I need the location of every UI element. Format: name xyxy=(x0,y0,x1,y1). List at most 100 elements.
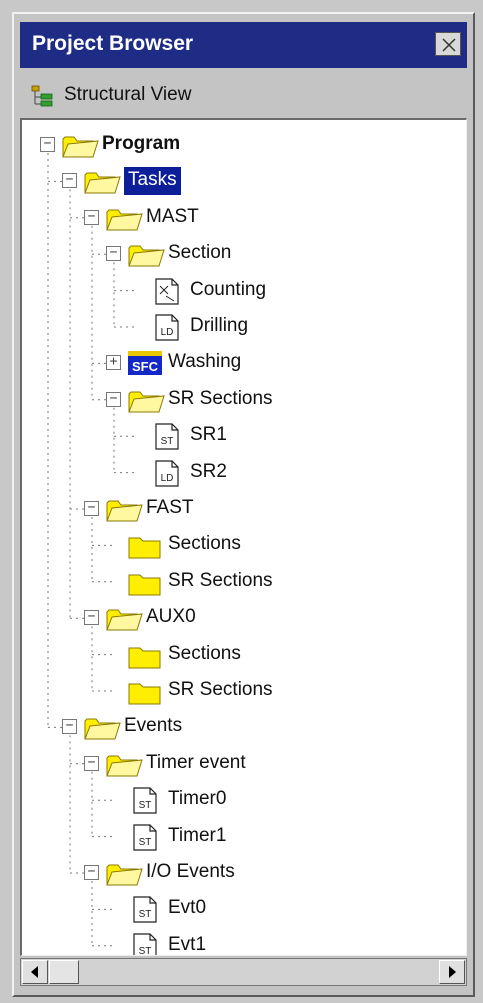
svg-text:SFC: SFC xyxy=(132,359,159,374)
arrow-right-icon xyxy=(449,966,456,978)
tree-node[interactable]: ST Evt0 xyxy=(22,894,462,924)
scroll-thumb[interactable] xyxy=(49,960,79,984)
svg-text:ST: ST xyxy=(139,909,152,920)
tree-node-label: AUX0 xyxy=(146,606,196,628)
tree-node[interactable]: − FAST xyxy=(22,494,462,524)
tree-node[interactable]: ST Timer1 xyxy=(22,822,462,852)
tree-node-label: Washing xyxy=(168,351,242,373)
tree-node-label: SR Sections xyxy=(168,679,273,700)
tree-node[interactable]: − MAST xyxy=(22,203,462,233)
tree-node-label: Timer event xyxy=(146,751,246,773)
st-doc-icon: ST xyxy=(148,421,188,456)
tree-node[interactable]: SR Sections xyxy=(22,676,462,706)
tree-node-label: Program xyxy=(102,133,181,154)
collapse-icon[interactable]: − xyxy=(84,501,99,516)
tree-node-label: Events xyxy=(124,715,183,737)
folder-open-icon xyxy=(104,494,144,529)
horizontal-scrollbar[interactable] xyxy=(20,958,467,986)
tree-node-label: Timer0 xyxy=(168,788,227,810)
folder-closed-icon xyxy=(126,567,166,602)
ld-doc-icon: LD xyxy=(148,312,188,347)
tree-node[interactable]: − Section xyxy=(22,239,462,269)
svg-text:LD: LD xyxy=(161,327,174,338)
arrow-left-icon xyxy=(31,966,38,978)
tree-node[interactable]: ST Timer0 xyxy=(22,785,462,815)
view-label: Structural View xyxy=(64,84,192,105)
svg-text:ST: ST xyxy=(161,436,174,447)
svg-text:ST: ST xyxy=(139,946,152,956)
folder-open-icon xyxy=(104,749,144,784)
tree-node[interactable]: − AUX0 xyxy=(22,603,462,633)
st-doc-icon: ST xyxy=(126,931,166,956)
folder-open-icon xyxy=(104,203,144,238)
sfc-icon: SFC xyxy=(126,348,166,383)
tree-node[interactable]: LD Drilling xyxy=(22,312,462,342)
tree-node[interactable]: − Tasks xyxy=(22,166,462,196)
collapse-icon[interactable]: − xyxy=(84,755,99,771)
title-bar[interactable]: Project Browser xyxy=(20,22,467,68)
collapse-icon[interactable]: − xyxy=(40,137,55,152)
tree-node-label: FAST xyxy=(146,497,194,518)
scroll-left-button[interactable] xyxy=(22,960,48,984)
tree-node[interactable]: + SFC Washing xyxy=(22,348,462,378)
tree-node[interactable]: ST SR1 xyxy=(22,421,462,451)
tree-node-label: I/O Events xyxy=(146,861,235,882)
tree-node[interactable]: Sections xyxy=(22,640,462,670)
collapse-icon[interactable]: − xyxy=(62,719,77,735)
tree-node-label: SR Sections xyxy=(168,387,273,409)
tree-node[interactable]: − Timer event xyxy=(22,749,462,779)
tree-node[interactable]: SR Sections xyxy=(22,567,462,597)
tree-node-label: SR2 xyxy=(190,460,227,482)
tree-node[interactable]: Counting xyxy=(22,276,462,306)
tree-node-label: Sections xyxy=(168,533,241,555)
collapse-icon[interactable]: − xyxy=(106,246,121,262)
tree-node[interactable]: − Program xyxy=(22,130,462,160)
tree-node-label: SR Sections xyxy=(168,569,273,591)
collapse-icon[interactable]: − xyxy=(84,865,99,880)
project-tree[interactable]: − Program − Tasks − MAST − Section Counting xyxy=(20,118,467,956)
folder-open-icon xyxy=(82,712,122,747)
folder-open-icon xyxy=(126,239,166,274)
svg-text:LD: LD xyxy=(161,473,174,484)
scroll-right-button[interactable] xyxy=(439,960,465,984)
collapse-icon[interactable]: − xyxy=(84,209,99,225)
tree-node[interactable]: − Events xyxy=(22,712,462,742)
tree-node-label: Counting xyxy=(190,278,267,300)
tree-node[interactable]: Sections xyxy=(22,530,462,560)
window-title: Project Browser xyxy=(32,32,194,55)
svg-text:ST: ST xyxy=(139,800,152,811)
expand-icon[interactable]: + xyxy=(106,355,121,371)
folder-closed-icon xyxy=(126,530,166,565)
tree-node-label: Tasks xyxy=(124,167,181,196)
st-doc-icon: ST xyxy=(126,894,166,929)
tree-node-label: SR1 xyxy=(190,424,227,446)
folder-open-icon xyxy=(126,385,166,420)
collapse-icon[interactable]: − xyxy=(84,610,99,626)
tree-node-label: Sections xyxy=(168,642,241,664)
folder-open-icon xyxy=(60,130,100,165)
tree-node-label: Timer1 xyxy=(168,824,227,846)
close-icon xyxy=(442,38,456,52)
view-selector[interactable]: Structural View xyxy=(20,80,460,120)
tree-node-label: Drilling xyxy=(190,315,249,336)
tree-node-label: Evt1 xyxy=(168,933,207,955)
tree-node[interactable]: LD SR2 xyxy=(22,458,462,488)
collapse-icon[interactable]: − xyxy=(62,173,77,189)
st-doc-icon: ST xyxy=(126,785,166,820)
folder-open-icon xyxy=(104,603,144,638)
folder-closed-icon xyxy=(126,676,166,711)
structural-view-icon xyxy=(31,85,53,107)
svg-text:ST: ST xyxy=(139,837,152,848)
tree-node[interactable]: ST Evt1 xyxy=(22,931,462,956)
tree-node[interactable]: − SR Sections xyxy=(22,385,462,415)
folder-open-icon xyxy=(104,858,144,893)
folder-closed-icon xyxy=(126,640,166,675)
fbd-doc-icon xyxy=(148,276,188,311)
project-browser-window: Project Browser Structural View − Progra… xyxy=(12,12,475,997)
collapse-icon[interactable]: − xyxy=(106,391,121,407)
close-button[interactable] xyxy=(435,32,461,56)
tree-node-label: Section xyxy=(168,242,232,264)
st-doc-icon: ST xyxy=(126,822,166,857)
tree-node[interactable]: − I/O Events xyxy=(22,858,462,888)
tree-node-label: MAST xyxy=(146,205,199,227)
